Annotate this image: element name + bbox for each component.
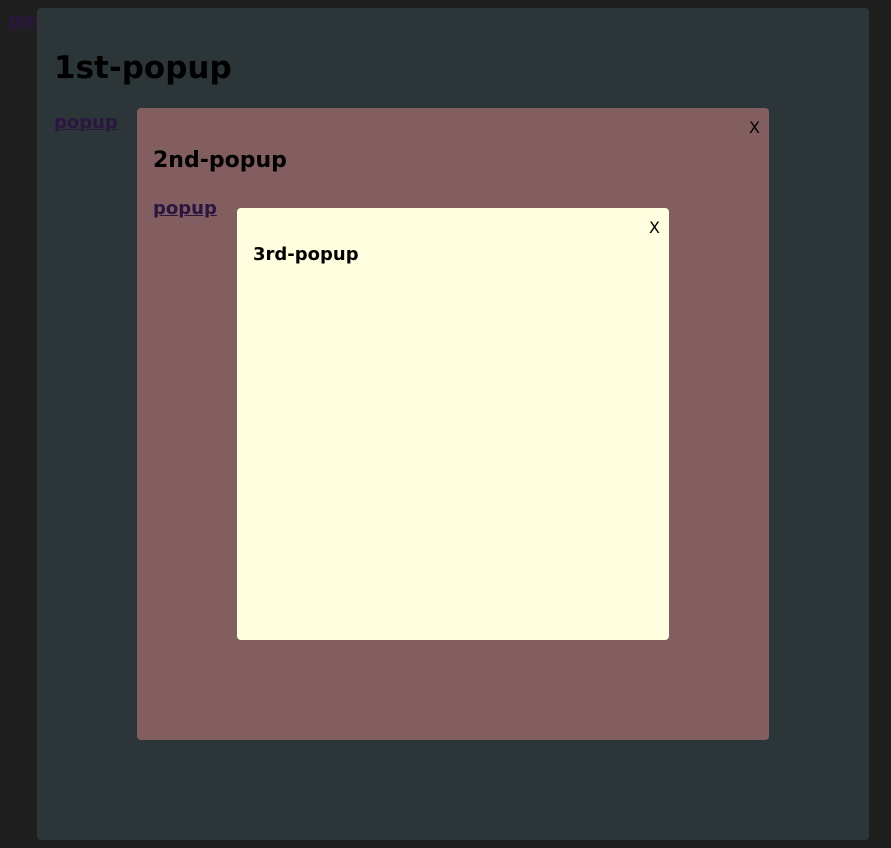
- popup-first-open-link[interactable]: popup: [54, 112, 118, 134]
- popup-second-close-button[interactable]: X: [749, 119, 760, 137]
- popup-second-open-link[interactable]: popup: [153, 198, 217, 220]
- popup-second-title: 2nd-popup: [153, 148, 287, 173]
- popup-third-close-button[interactable]: X: [649, 219, 660, 237]
- popup-first-title: 1st-popup: [54, 50, 232, 86]
- popup-third-title: 3rd-popup: [253, 244, 359, 265]
- popup-third: X 3rd-popup: [237, 208, 669, 640]
